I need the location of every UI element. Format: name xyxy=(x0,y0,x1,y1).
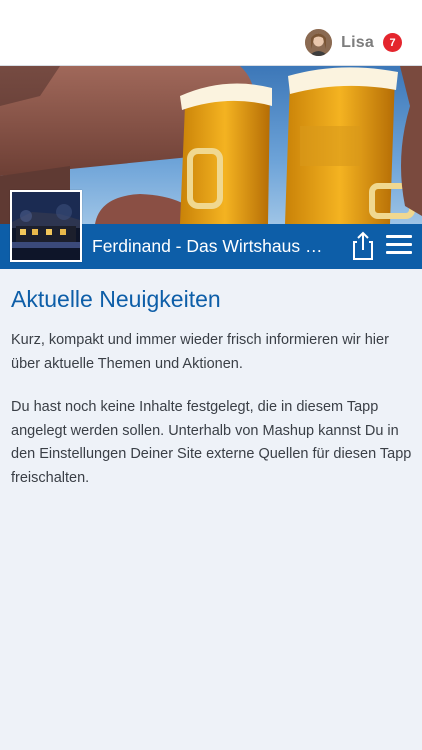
hamburger-menu-icon[interactable] xyxy=(386,235,412,257)
notice-text: Du hast noch keine Inhalte festgelegt, d… xyxy=(11,399,412,486)
site-title[interactable]: Ferdinand - Das Wirtshaus am Eck xyxy=(92,236,332,257)
user-profile[interactable]: Lisa 7 xyxy=(305,29,402,56)
menu-line xyxy=(386,251,412,254)
site-thumbnail[interactable] xyxy=(10,190,82,262)
page-title: Aktuelle Neuigkeiten xyxy=(11,286,221,312)
menu-line xyxy=(386,243,412,246)
main-content: Aktuelle Neuigkeiten Kurz, kompakt und i… xyxy=(11,286,415,510)
share-icon[interactable] xyxy=(350,231,376,261)
avatar[interactable] xyxy=(305,29,333,56)
notification-badge[interactable]: 7 xyxy=(383,33,402,52)
top-bar: Lisa 7 xyxy=(0,0,422,66)
intro-text: Kurz, kompakt und immer wieder frisch in… xyxy=(11,332,389,372)
user-name[interactable]: Lisa xyxy=(341,34,374,52)
menu-line xyxy=(386,235,412,238)
